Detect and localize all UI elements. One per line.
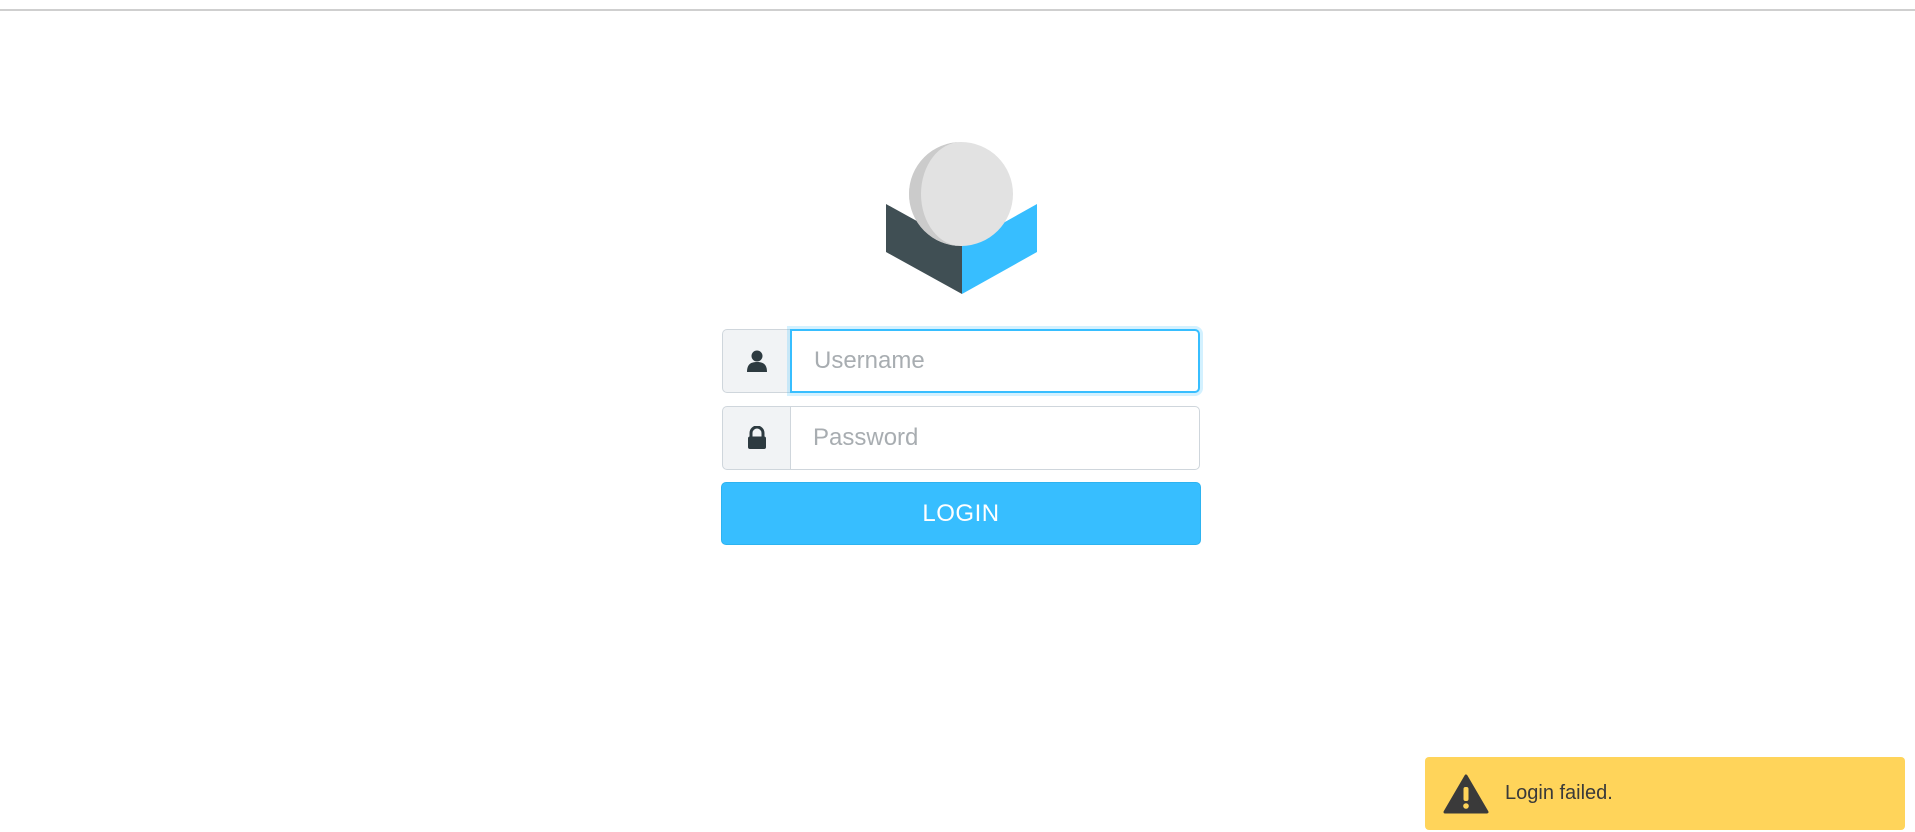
password-row	[722, 406, 1200, 470]
lock-icon	[722, 406, 790, 470]
password-input[interactable]	[790, 406, 1200, 470]
warning-icon	[1443, 774, 1489, 813]
username-row	[722, 329, 1200, 393]
top-border	[0, 0, 1915, 11]
login-failed-notification: Login failed.	[1425, 757, 1905, 830]
app-logo	[886, 142, 1037, 294]
notification-message: Login failed.	[1505, 782, 1613, 804]
login-button[interactable]: LOGIN	[721, 482, 1201, 545]
user-icon	[722, 329, 790, 393]
username-input[interactable]	[790, 329, 1200, 393]
